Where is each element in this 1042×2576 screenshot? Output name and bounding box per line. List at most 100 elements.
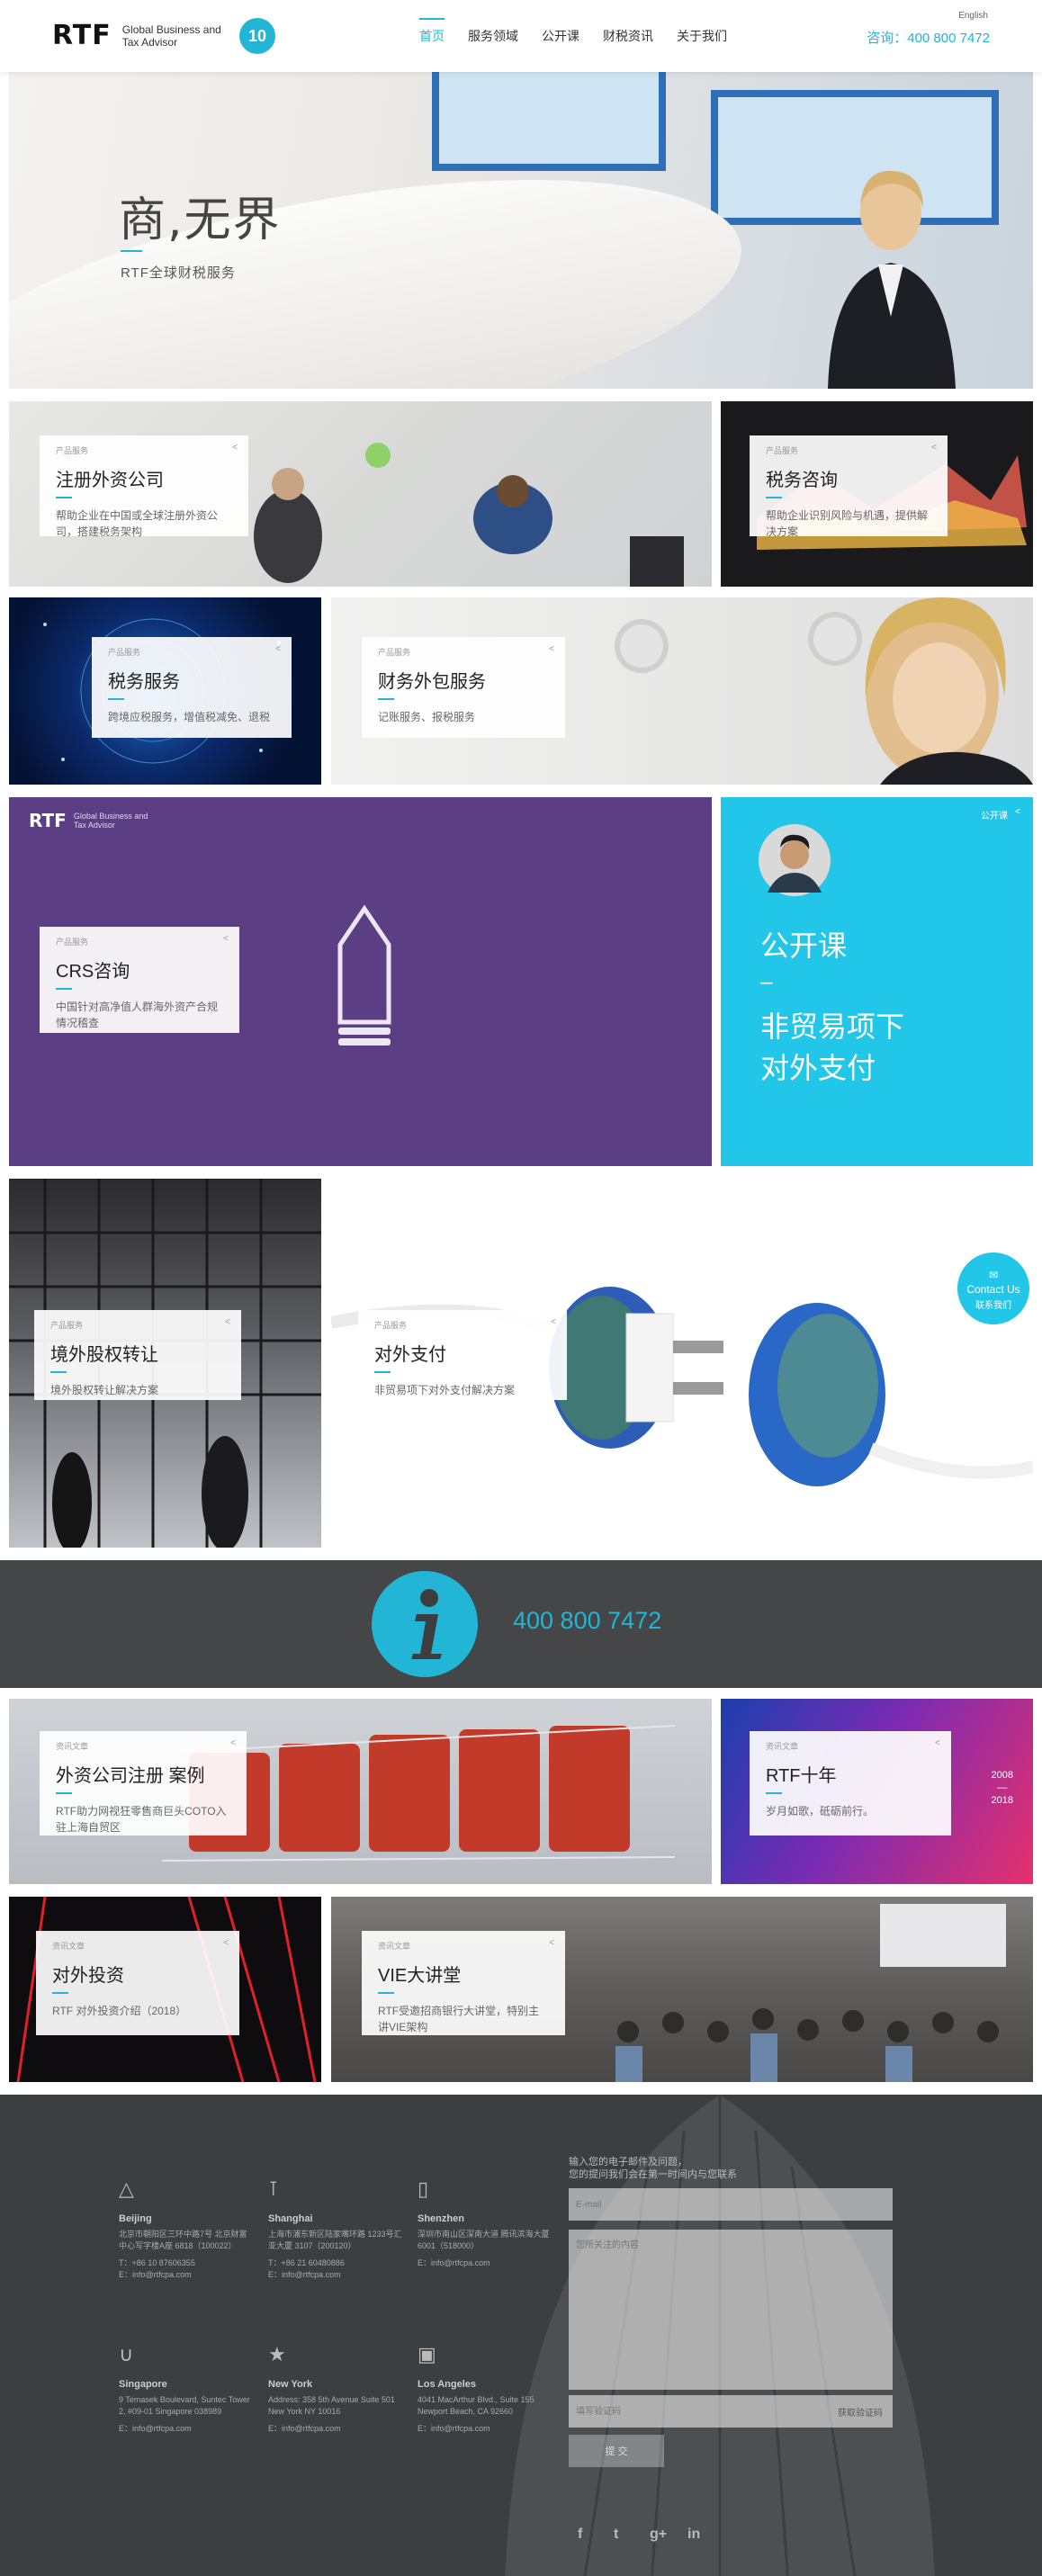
card-accent-line — [378, 1992, 394, 1994]
site-header: RTF Global Business and Tax Advisor 10 首… — [0, 0, 1042, 72]
share-icon[interactable]: < — [1015, 807, 1020, 817]
card-desc: RTF受邀招商银行大讲堂，特别主讲VIE架构 — [378, 2005, 540, 2033]
hero-window — [432, 72, 666, 171]
header-phone[interactable]: 咨询：400 800 7472 — [867, 28, 990, 47]
form-intro-line2: 您的提问我们会在第一时间内与您联系 — [569, 2169, 737, 2180]
twitter-icon[interactable]: t — [614, 2527, 618, 2543]
tile-accounting-outsourcing[interactable]: 产品服务 < 财务外包服务 记账服务、报税服务 — [331, 597, 1033, 785]
service-card: 产品服务 < 财务外包服务 记账服务、报税服务 — [362, 637, 565, 738]
card-accent-line — [766, 497, 782, 498]
course-subtitle: 非贸易项下 对外支付 — [760, 1006, 904, 1089]
tile-article-company-case[interactable]: 资讯文章 < 外资公司注册 案例 RTF助力网视狂零售商巨头COTO入驻上海自贸… — [9, 1699, 712, 1884]
course-subtitle-line2: 对外支付 — [760, 1052, 876, 1084]
site-footer: △ Beijing 北京市朝阳区三环中路7号 北京财富中心写字楼A座 6818（… — [0, 2095, 1042, 2576]
city-name: Shenzhen — [418, 2213, 464, 2224]
logo[interactable]: RTF Global Business and Tax Advisor — [52, 20, 221, 51]
city-address: 深圳市南山区深南大道 腾讯滨海大厦 6001（518000） — [418, 2230, 550, 2250]
tile-logo-line1: Global Business and — [73, 812, 148, 821]
card-desc: 中国针对高净值人群海外资产合规情况稽查 — [56, 1001, 219, 1029]
share-icon[interactable]: < — [549, 644, 554, 654]
mail-icon: ✉ — [988, 1269, 999, 1281]
article-card: 资讯文章 < 对外投资 RTF 对外投资介绍（2018） — [36, 1931, 239, 2035]
city-email[interactable]: E：info@rtfcpa.com — [119, 2423, 254, 2435]
card-tag: 资讯文章 — [52, 1942, 85, 1951]
city-email[interactable]: E：info@rtfcpa.com — [418, 2423, 552, 2435]
years-label: 2008 — 2018 — [992, 1769, 1013, 1807]
tile-tax-consulting[interactable]: 产品服务 < 税务咨询 帮助企业识别风险与机遇，提供解决方案 — [721, 401, 1033, 587]
card-tag: 产品服务 — [108, 648, 141, 657]
office-shenzhen: ▯ Shenzhen 深圳市南山区深南大道 腾讯滨海大厦 6001（518000… — [418, 2179, 552, 2269]
article-card: 资讯文章 < VIE大讲堂 RTF受邀招商银行大讲堂，特别主讲VIE架构 — [362, 1931, 565, 2035]
tile-crs-consulting[interactable]: RTF Global Business and Tax Advisor 产品服务… — [9, 797, 712, 1166]
year-start: 2008 — [991, 1770, 1013, 1781]
city-email[interactable]: E：info@rtfcpa.com — [268, 2423, 403, 2435]
message-field[interactable] — [569, 2230, 893, 2390]
tile-article-outbound-investment[interactable]: 资讯文章 < 对外投资 RTF 对外投资介绍（2018） — [9, 1897, 321, 2082]
nav-home[interactable]: 首页 — [419, 18, 445, 45]
get-captcha-button[interactable]: 获取验证码 — [828, 2395, 893, 2428]
nav-about[interactable]: 关于我们 — [677, 27, 727, 45]
tile-overseas-equity-transfer[interactable]: 产品服务 < 境外股权转让 境外股权转让解决方案 — [9, 1179, 321, 1548]
card-desc: RTF助力网视狂零售商巨头COTO入驻上海自贸区 — [56, 1805, 227, 1834]
main-nav: 首页 服务领域 公开课 财税资讯 关于我们 — [419, 18, 727, 45]
card-accent-line — [50, 1371, 67, 1373]
card-accent-line — [56, 988, 72, 990]
city-email[interactable]: E：info@rtfcpa.com — [119, 2269, 254, 2281]
tile-article-vie-lecture[interactable]: 资讯文章 < VIE大讲堂 RTF受邀招商银行大讲堂，特别主讲VIE架构 — [331, 1897, 1033, 2082]
hero-title: 商,无界 — [119, 193, 282, 247]
year-dash: — — [997, 1782, 1008, 1793]
share-icon[interactable]: < — [935, 1738, 940, 1748]
office-singapore: ∪ Singapore 9 Temasek Boulevard, Suntec … — [119, 2345, 254, 2435]
share-icon[interactable]: < — [230, 1738, 236, 1748]
card-title: 财务外包服务 — [378, 672, 486, 692]
card-title: VIE大讲堂 — [378, 1966, 462, 1986]
city-name: Shanghai — [268, 2213, 313, 2224]
language-link[interactable]: English — [958, 11, 988, 21]
course-subtitle-line1: 非贸易项下 — [760, 1010, 905, 1043]
share-icon[interactable]: < — [223, 934, 229, 944]
service-card: 产品服务 < 税务咨询 帮助企业识别风险与机遇，提供解决方案 — [750, 435, 948, 538]
card-desc: 非贸易项下对外支付解决方案 — [374, 1384, 516, 1396]
card-title: 对外投资 — [52, 1966, 124, 1986]
hero-accent-line — [121, 250, 142, 252]
contact-us-button[interactable]: ✉ Contact Us 联系我们 — [957, 1252, 1029, 1324]
card-tag: 资讯文章 — [766, 1742, 799, 1751]
linkedin-icon[interactable]: in — [687, 2527, 700, 2543]
share-icon[interactable]: < — [931, 443, 937, 453]
card-desc: RTF 对外投资介绍（2018） — [52, 2005, 187, 2017]
city-email[interactable]: E：info@rtfcpa.com — [268, 2269, 403, 2281]
card-title: 税务咨询 — [766, 471, 838, 490]
tile-register-foreign-company[interactable]: 产品服务 < 注册外资公司 帮助企业在中国或全球注册外资公司，搭建税务架构 — [9, 401, 712, 587]
google-plus-icon[interactable]: g+ — [650, 2527, 667, 2543]
card-accent-line — [108, 698, 124, 700]
card-desc: 帮助企业在中国或全球注册外资公司，搭建税务架构 — [56, 509, 219, 538]
tile-public-course[interactable]: 公开课 < 公开课 – 非贸易项下 对外支付 — [721, 797, 1033, 1166]
facebook-icon[interactable]: f — [578, 2527, 582, 2543]
city-name: Los Angeles — [418, 2379, 476, 2390]
city-address: 北京市朝阳区三环中路7号 北京财富中心写字楼A座 6818（100022） — [119, 2230, 247, 2250]
email-field[interactable] — [569, 2188, 893, 2221]
card-title: 税务服务 — [108, 672, 180, 692]
share-icon[interactable]: < — [275, 644, 281, 654]
share-icon[interactable]: < — [223, 1938, 229, 1948]
info-phone[interactable]: 400 800 7472 — [513, 1607, 661, 1635]
share-icon[interactable]: < — [225, 1317, 230, 1327]
tile-article-rtf-ten-years[interactable]: 2008 — 2018 资讯文章 < RTF十年 岁月如歌，砥砺前行。 — [721, 1699, 1033, 1884]
nav-news[interactable]: 财税资讯 — [603, 27, 653, 45]
hero-subtitle: RTF全球财税服务 — [121, 265, 236, 281]
share-icon[interactable]: < — [232, 443, 238, 453]
captcha-field[interactable] — [569, 2395, 828, 2428]
card-tag: 资讯文章 — [56, 1742, 89, 1751]
submit-button[interactable]: 提 交 — [569, 2435, 664, 2467]
nav-services[interactable]: 服务领域 — [468, 27, 518, 45]
tile-outbound-payment[interactable]: 产品服务 < 对外支付 非贸易项下对外支付解决方案 — [331, 1179, 1033, 1548]
share-icon[interactable]: < — [549, 1938, 554, 1948]
card-title: 注册外资公司 — [56, 471, 164, 490]
city-address: 9 Temasek Boulevard, Suntec Tower 2, #09… — [119, 2395, 250, 2416]
share-icon[interactable]: < — [551, 1317, 556, 1327]
logo-line1: Global Business and — [121, 22, 221, 36]
city-email[interactable]: E：info@rtfcpa.com — [418, 2257, 552, 2269]
form-intro: 输入您的电子邮件及问题， 您的提问我们会在第一时间内与您联系 — [569, 2156, 737, 2181]
nav-courses[interactable]: 公开课 — [542, 27, 579, 45]
tile-tax-services[interactable]: 产品服务 < 税务服务 跨境应税服务，增值税减免、退税 — [9, 597, 321, 785]
